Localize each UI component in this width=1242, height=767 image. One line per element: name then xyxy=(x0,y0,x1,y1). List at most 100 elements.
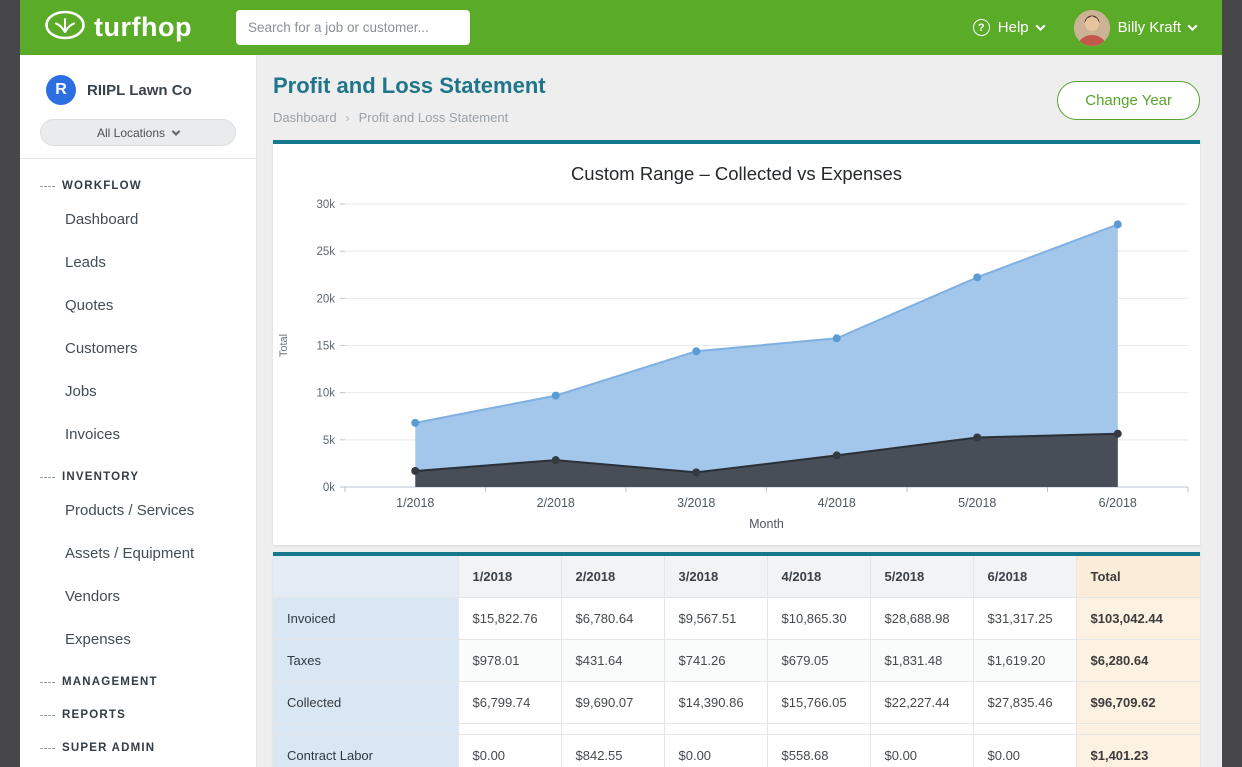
pnl-table: 1/20182/20183/20184/20185/20186/2018Tota… xyxy=(273,556,1200,767)
svg-text:Total: Total xyxy=(278,334,290,357)
value-cell: $0.00 xyxy=(458,735,561,767)
svg-text:6/2018: 6/2018 xyxy=(1099,496,1137,510)
svg-text:0k: 0k xyxy=(323,482,335,494)
sidebar-item-leads[interactable]: Leads xyxy=(20,241,256,284)
chart-svg: 0k5k10k15k20k25k30k1/20182/20183/20184/2… xyxy=(273,189,1198,537)
value-cell: $6,780.64 xyxy=(561,598,664,640)
sidebar-section-inventory[interactable]: INVENTORY xyxy=(20,456,256,489)
chart-card: Custom Range – Collected vs Expenses 0k5… xyxy=(273,140,1200,545)
sidebar-item-quotes[interactable]: Quotes xyxy=(20,284,256,327)
value-cell: $6,799.74 xyxy=(458,682,561,724)
value-cell: $1,619.20 xyxy=(973,640,1076,682)
user-menu[interactable]: Billy Kraft xyxy=(1074,10,1196,46)
sidebar-section-management[interactable]: MANAGEMENT xyxy=(20,661,256,694)
svg-text:30k: 30k xyxy=(316,199,335,211)
area-chart: 0k5k10k15k20k25k30k1/20182/20183/20184/2… xyxy=(273,189,1200,537)
spacer-cell xyxy=(870,724,973,735)
sidebar-item-vendors[interactable]: Vendors xyxy=(20,575,256,618)
sidebar-item-jobs[interactable]: Jobs xyxy=(20,370,256,413)
row-label: Collected xyxy=(273,682,458,724)
column-header: 3/2018 xyxy=(664,556,767,598)
brand[interactable]: turfhop xyxy=(44,10,192,45)
location-selector[interactable]: All Locations xyxy=(40,119,236,146)
sidebar-item-products-services[interactable]: Products / Services xyxy=(20,489,256,532)
breadcrumb: Dashboard›Profit and Loss Statement xyxy=(273,110,546,125)
tree-branch-icon xyxy=(40,682,55,683)
svg-text:25k: 25k xyxy=(316,246,335,258)
sidebar-nav: WORKFLOW DashboardLeadsQuotesCustomersJob… xyxy=(20,159,256,760)
company-logo: R xyxy=(46,75,76,105)
value-cell: $9,567.51 xyxy=(664,598,767,640)
svg-text:5k: 5k xyxy=(323,435,335,447)
table-row-invoiced: Invoiced$15,822.76$6,780.64$9,567.51$10,… xyxy=(273,598,1200,640)
column-header: 1/2018 xyxy=(458,556,561,598)
sidebar-section-label: WORKFLOW xyxy=(62,180,142,192)
sidebar-section-workflow[interactable]: WORKFLOW xyxy=(20,165,256,198)
help-label: Help xyxy=(998,19,1029,36)
row-label: Invoiced xyxy=(273,598,458,640)
svg-text:Month: Month xyxy=(749,517,784,531)
main-content: Profit and Loss Statement Dashboard›Prof… xyxy=(257,55,1222,767)
avatar xyxy=(1074,10,1110,46)
chevron-down-icon xyxy=(172,127,180,135)
value-cell: $31,317.25 xyxy=(973,598,1076,640)
value-cell: $10,865.30 xyxy=(767,598,870,640)
sidebar-section-label: MANAGEMENT xyxy=(62,676,158,688)
total-cell: $103,042.44 xyxy=(1076,598,1200,640)
tree-branch-icon xyxy=(40,477,55,478)
value-cell: $27,835.46 xyxy=(973,682,1076,724)
row-label: Taxes xyxy=(273,640,458,682)
column-header xyxy=(273,556,458,598)
breadcrumb-item-dashboard[interactable]: Dashboard xyxy=(273,110,337,125)
help-menu[interactable]: ? Help xyxy=(973,19,1044,36)
column-header: 6/2018 xyxy=(973,556,1076,598)
column-header: 5/2018 xyxy=(870,556,973,598)
search-input[interactable] xyxy=(236,10,470,45)
sidebar-item-customers[interactable]: Customers xyxy=(20,327,256,370)
value-cell: $28,688.98 xyxy=(870,598,973,640)
svg-text:20k: 20k xyxy=(316,293,335,305)
sidebar-section-reports[interactable]: REPORTS xyxy=(20,694,256,727)
column-header: 2/2018 xyxy=(561,556,664,598)
spacer-cell xyxy=(664,724,767,735)
location-selector-label: All Locations xyxy=(97,126,165,140)
total-cell: $6,280.64 xyxy=(1076,640,1200,682)
table-row-collected: Collected$6,799.74$9,690.07$14,390.86$15… xyxy=(273,682,1200,724)
table-header-row: 1/20182/20183/20184/20185/20186/2018Tota… xyxy=(273,556,1200,598)
row-label: Contract Labor xyxy=(273,735,458,767)
spacer-cell xyxy=(273,724,458,735)
sidebar-item-dashboard[interactable]: Dashboard xyxy=(20,198,256,241)
sidebar-section-label: SUPER ADMIN xyxy=(62,742,155,754)
total-cell: $96,709.62 xyxy=(1076,682,1200,724)
sidebar-section-label: REPORTS xyxy=(62,709,126,721)
svg-text:3/2018: 3/2018 xyxy=(677,496,715,510)
sidebar-item-expenses[interactable]: Expenses xyxy=(20,618,256,661)
change-year-button[interactable]: Change Year xyxy=(1057,81,1200,120)
top-navbar: turfhop ? Help Billy Kraft xyxy=(20,0,1222,55)
svg-text:15k: 15k xyxy=(316,341,335,353)
svg-text:4/2018: 4/2018 xyxy=(818,496,856,510)
total-cell: $1,401.23 xyxy=(1076,735,1200,767)
brand-name: turfhop xyxy=(94,12,192,43)
app-window: turfhop ? Help Billy Kraft xyxy=(20,0,1222,767)
value-cell: $15,822.76 xyxy=(458,598,561,640)
sidebar-item-assets-equipment[interactable]: Assets / Equipment xyxy=(20,532,256,575)
value-cell: $558.68 xyxy=(767,735,870,767)
turfhop-logo-icon xyxy=(44,10,86,45)
column-header: Total xyxy=(1076,556,1200,598)
company-name: RIIPL Lawn Co xyxy=(87,82,192,99)
help-icon: ? xyxy=(973,19,990,36)
value-cell: $14,390.86 xyxy=(664,682,767,724)
table-row-contract-labor: Contract Labor$0.00$842.55$0.00$558.68$0… xyxy=(273,735,1200,767)
company-header: R RIIPL Lawn Co xyxy=(20,55,256,119)
spacer-cell xyxy=(767,724,870,735)
value-cell: $978.01 xyxy=(458,640,561,682)
value-cell: $0.00 xyxy=(870,735,973,767)
sidebar-item-invoices[interactable]: Invoices xyxy=(20,413,256,456)
spacer-cell xyxy=(973,724,1076,735)
svg-text:1/2018: 1/2018 xyxy=(396,496,434,510)
sidebar-section-super-admin[interactable]: SUPER ADMIN xyxy=(20,727,256,760)
value-cell: $679.05 xyxy=(767,640,870,682)
value-cell: $15,766.05 xyxy=(767,682,870,724)
chevron-down-icon xyxy=(1188,21,1198,31)
